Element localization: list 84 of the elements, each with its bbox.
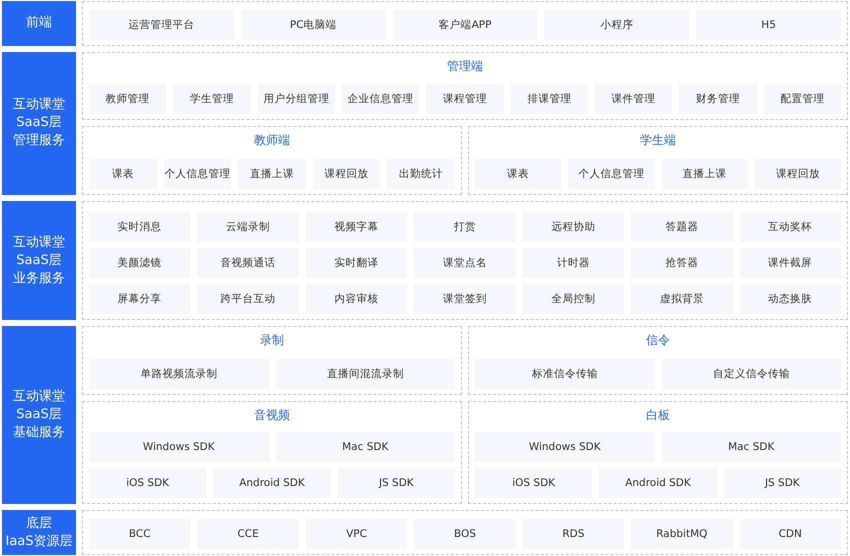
module-block: 教师管理 [89,84,166,114]
module-block: 视频字幕 [306,212,408,242]
module-block: 远程协助 [522,212,624,242]
module-block: RabbitMQ [631,519,733,550]
layer-label: 互动课堂 [13,96,65,114]
layer-label: IaaS资源层 [5,532,73,551]
layer-label: 互动课堂 [13,388,65,406]
module-block: 抢答器 [631,248,733,278]
module-block: 课程回放 [312,158,380,189]
module-block: 互动奖杯 [740,212,841,242]
module-block: 音视频通话 [197,248,299,278]
module-block: 课表 [475,158,562,189]
module-block: 计时器 [522,248,624,278]
module-block: 标准信令传输 [475,359,654,390]
module-block: 打赏 [414,212,516,242]
module-block: VPC [306,519,408,550]
module-block: BOS [414,519,516,550]
module-block: Android SDK [599,468,717,498]
module-block: 云端录制 [197,212,299,242]
module-block: Mac SDK [276,432,455,462]
module-block: 答题器 [631,212,733,242]
group-title: 录制 [259,332,285,348]
module-block: PC电脑端 [240,10,386,40]
module-block: 实时消息 [89,212,190,242]
module-block: 课程管理 [426,84,504,114]
module-block: BCC [89,519,190,550]
module-block: 直播间混流录制 [276,359,455,390]
module-block: 财务管理 [679,84,757,114]
module-block: Windows SDK [475,432,654,462]
module-block: 全局控制 [522,284,624,314]
module-block: 学生管理 [173,84,251,114]
layer-label: SaaS层 [16,406,62,424]
module-block: 单路视频流录制 [89,359,268,390]
module-block: 课堂点名 [414,248,516,278]
layer-label: SaaS层 [16,252,62,270]
module-block: CDN [740,519,841,550]
module-block: 个人信息管理 [164,158,232,189]
module-block: 客户端APP [392,10,538,40]
layer-label: 底层 [26,514,52,533]
module-block: 课堂签到 [414,284,516,314]
layer-label: SaaS层 [16,114,62,132]
group-title: 信令 [645,332,671,348]
module-block: RDS [522,519,624,550]
module-block: Windows SDK [89,432,268,462]
module-block: 内容审核 [306,284,408,314]
module-block: 课件管理 [594,84,672,114]
module-block: 实时翻译 [306,248,408,278]
module-block: 排课管理 [510,84,588,114]
module-block: 课表 [89,158,157,189]
module-block: JS SDK [338,468,455,498]
layer-label: 管理服务 [13,132,65,150]
layer-label: 基础服务 [13,424,65,442]
module-block: 虚拟背景 [631,284,733,314]
module-block: 自定义信令传输 [662,359,841,390]
module-block: 个人信息管理 [568,158,654,189]
module-block: 课程回放 [754,158,841,189]
group-title: 管理端 [446,58,484,74]
module-block: 用户分组管理 [258,84,335,114]
module-block: 小程序 [544,10,690,40]
module-block: 直播上课 [238,158,306,189]
module-block: CCE [197,519,299,550]
module-block: 直播上课 [662,158,748,189]
group-title: 白板 [645,407,671,424]
layer-label: 业务服务 [13,270,65,288]
layer-label: 前端 [26,14,52,32]
module-block: 企业信息管理 [342,84,420,114]
module-block: 课件截屏 [740,248,841,278]
module-block: 美颜滤镜 [89,248,190,278]
layer-label: 互动课堂 [13,234,65,252]
module-block: Android SDK [213,468,331,498]
module-block: 出勤统计 [387,158,455,189]
group-title: 音视频 [253,407,291,424]
group-title: 学生端 [639,132,677,148]
module-block: iOS SDK [475,468,592,498]
module-block: 屏幕分享 [89,284,190,314]
module-block: 动态换肤 [740,284,841,314]
module-block: iOS SDK [89,468,206,498]
module-block: 配置管理 [764,84,841,114]
module-block: H5 [696,10,841,40]
module-block: Mac SDK [662,432,841,462]
module-block: JS SDK [724,468,841,498]
module-block: 跨平台互动 [197,284,299,314]
group-title: 教师端 [253,132,291,148]
module-block: 运营管理平台 [89,10,234,40]
